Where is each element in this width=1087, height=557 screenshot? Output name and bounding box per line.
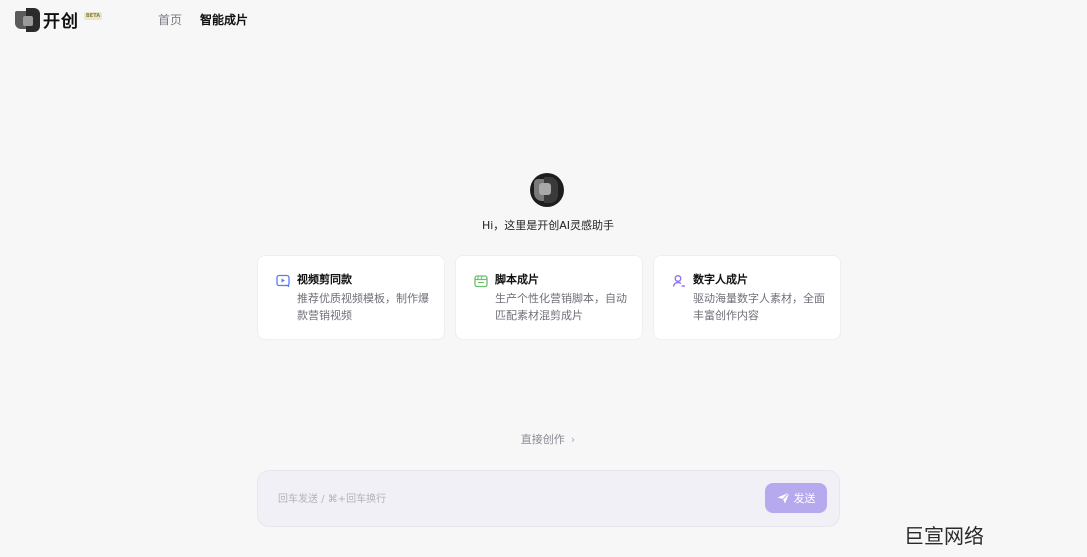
video-template-icon bbox=[276, 274, 290, 287]
brand[interactable]: 开创 BETA bbox=[15, 7, 103, 32]
send-button[interactable]: 发送 bbox=[765, 483, 827, 513]
watermark-text: 巨宣网络 bbox=[904, 524, 984, 548]
brand-name: 开创 bbox=[43, 12, 79, 32]
send-icon bbox=[777, 492, 790, 504]
clapperboard-icon bbox=[474, 275, 488, 288]
greeting-text: Hi，这里是开创AI灵感助手 bbox=[481, 219, 615, 232]
card-title: 视频剪同款 bbox=[297, 273, 352, 286]
nav-item-home[interactable]: 首页 bbox=[158, 11, 182, 28]
card-description: 驱动海量数字人素材，全面丰富创作内容 bbox=[693, 292, 825, 322]
card-video-template[interactable]: 视频剪同款 推荐优质视频模板，制作爆款营销视频 bbox=[257, 255, 445, 340]
card-title: 脚本成片 bbox=[495, 273, 539, 286]
direct-create-link[interactable]: 直接创作 › bbox=[0, 431, 1087, 447]
card-digital-human[interactable]: 数字人成片 驱动海量数字人素材，全面丰富创作内容 bbox=[653, 255, 841, 340]
assistant-avatar-icon bbox=[530, 173, 564, 207]
chevron-right-icon: › bbox=[570, 433, 576, 446]
feature-cards: 视频剪同款 推荐优质视频模板，制作爆款营销视频 脚本成片 生产个性化营销脚本，自… bbox=[257, 255, 841, 340]
card-title: 数字人成片 bbox=[693, 273, 748, 286]
main-nav: 首页 智能成片 bbox=[158, 11, 248, 28]
message-composer: 发送 bbox=[257, 470, 840, 527]
nav-item-smart-video[interactable]: 智能成片 bbox=[200, 11, 248, 28]
card-description: 生产个性化营销脚本，自动匹配素材混剪成片 bbox=[495, 292, 627, 322]
message-input[interactable] bbox=[278, 489, 738, 509]
card-description: 推荐优质视频模板，制作爆款营销视频 bbox=[297, 292, 429, 322]
send-label: 发送 bbox=[793, 492, 816, 505]
person-icon bbox=[672, 275, 685, 287]
beta-badge: BETA bbox=[84, 11, 103, 20]
direct-create-label: 直接创作 bbox=[520, 433, 565, 446]
logo-icon bbox=[15, 7, 41, 32]
card-script-video[interactable]: 脚本成片 生产个性化营销脚本，自动匹配素材混剪成片 bbox=[455, 255, 643, 340]
top-bar: 开创 BETA 首页 智能成片 bbox=[0, 0, 1087, 38]
